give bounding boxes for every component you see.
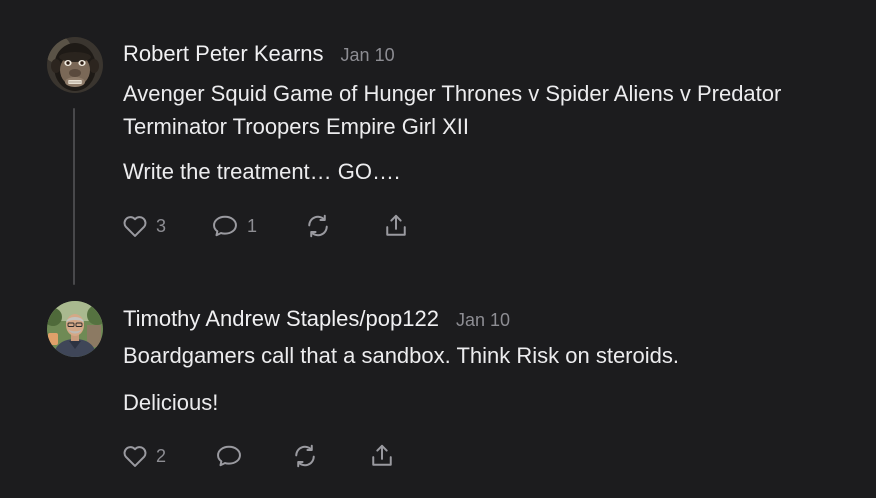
comment-text: Write the treatment… GO…. bbox=[123, 159, 401, 184]
like-button[interactable]: 3 bbox=[121, 211, 166, 241]
share-upload-icon bbox=[372, 444, 392, 466]
comment-thread: Robert Peter Kearns Jan 10 Avenger Squid… bbox=[0, 0, 876, 498]
comment-actions: 2 bbox=[0, 441, 876, 471]
heart-icon bbox=[123, 446, 147, 467]
thread-connector-line bbox=[73, 108, 75, 285]
heart-icon bbox=[123, 216, 147, 237]
comment-text: Avenger Squid Game of Hunger Thrones v S… bbox=[123, 77, 781, 143]
avatar[interactable] bbox=[47, 301, 103, 357]
comment-date[interactable]: Jan 10 bbox=[341, 42, 395, 68]
restack-arrows-icon bbox=[308, 214, 328, 238]
like-button[interactable]: 2 bbox=[121, 441, 166, 471]
speech-bubble-icon bbox=[217, 445, 241, 467]
comment-actions: 3 1 bbox=[0, 211, 876, 241]
avatar[interactable] bbox=[47, 37, 103, 93]
reply-button[interactable]: 1 bbox=[210, 211, 257, 241]
comment-date[interactable]: Jan 10 bbox=[456, 307, 510, 333]
restack-button[interactable] bbox=[291, 441, 319, 471]
comment-line: Terminator Troopers Empire Girl XII bbox=[123, 114, 469, 139]
comment-line: Avenger Squid Game of Hunger Thrones v S… bbox=[123, 81, 782, 106]
comment-text: Delicious! bbox=[123, 390, 219, 415]
restack-arrows-icon bbox=[295, 444, 315, 468]
comment-header: Timothy Andrew Staples/pop122 Jan 10 bbox=[123, 306, 510, 333]
reply-count: 1 bbox=[247, 215, 258, 236]
comment-text: Boardgamers call that a sandbox. Think R… bbox=[123, 343, 679, 368]
author-name[interactable]: Timothy Andrew Staples/pop122 bbox=[123, 306, 439, 332]
like-count: 2 bbox=[156, 445, 167, 466]
man-photo-avatar-image bbox=[47, 301, 103, 357]
author-name[interactable]: Robert Peter Kearns bbox=[123, 41, 324, 67]
restack-button[interactable] bbox=[304, 211, 332, 241]
share-button[interactable] bbox=[382, 211, 410, 241]
chimpanzee-avatar-image bbox=[47, 37, 103, 93]
comment-header: Robert Peter Kearns Jan 10 bbox=[123, 41, 395, 68]
share-upload-icon bbox=[386, 214, 406, 236]
reply-button[interactable] bbox=[214, 441, 244, 471]
like-count: 3 bbox=[156, 215, 167, 236]
share-button[interactable] bbox=[368, 441, 396, 471]
speech-bubble-icon bbox=[213, 215, 237, 237]
